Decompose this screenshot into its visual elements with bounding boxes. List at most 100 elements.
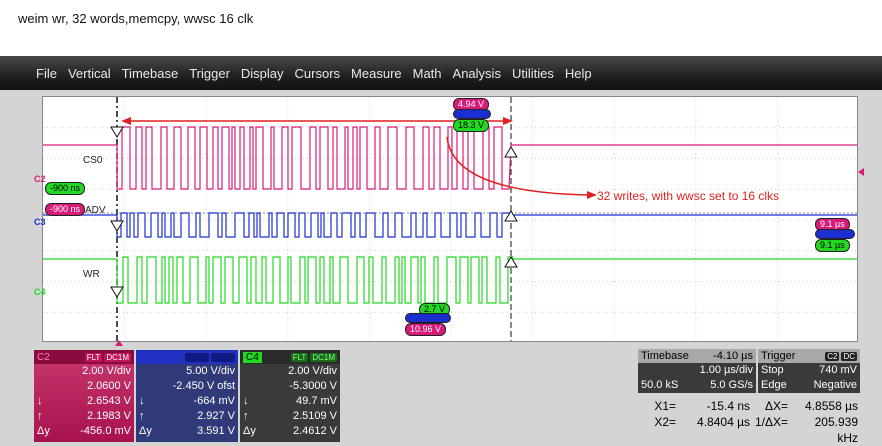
menu-item-display[interactable]: Display [241,66,284,81]
panel_c4-row: ↑ 2.5109 V [240,409,340,424]
cursor-dx-label: ΔX= [764,399,788,413]
menu-item-help[interactable]: Help [565,66,592,81]
menu-item-measure[interactable]: Measure [351,66,402,81]
cursor-inv-value: 205.939 kHz [814,415,858,445]
panel_c4-row-value: 49.7 mV [296,395,337,407]
menu-item-trigger[interactable]: Trigger [189,66,230,81]
panel_c2-row-label: ↓ [37,395,43,407]
panel_c3-row: 5.00 V/div [136,364,238,379]
trace-label-wr: WR [83,269,100,280]
panel_c3-row-label: Δy [139,425,152,437]
oscilloscope-screenshot: weim wr, 32 words,memcpy, wwsc 16 clk Fi… [0,0,882,446]
panel_c4-row-value: 2.4612 V [292,425,337,437]
panel-c3-badge-2 [211,352,235,362]
cursor-dx-value: 4.8558 µs [805,399,858,413]
channel-label-c3: C3 [34,217,46,227]
menu-item-file[interactable]: File [36,66,57,81]
cursor-x2-label: X2= [654,415,676,429]
channel-panel-c3[interactable]: 5.00 V/div -2.450 V ofst ↓ -664 mV ↑ 2.927 V Δ… [136,350,238,442]
panel_c2-row-value: -456.0 mV [80,425,131,437]
cursor-tag-right-3: 9.1 µs [815,239,850,252]
menu-item-timebase[interactable]: Timebase [122,66,179,81]
panel-c4-title: C4 [243,351,262,363]
waveform-grid[interactable]: CS0 ADV WR 4.94 V 18.3 V -900 ns -900 ns… [42,96,858,342]
trigger-mode: Stop [761,364,784,376]
timebase-div: 1.00 µs/div [699,364,753,376]
panel-c3-badge-1 [185,352,209,362]
cursor-tag-mid-2 [405,313,451,323]
panel_c4-row-label: ↑ [243,410,249,422]
menu-item-cursors[interactable]: Cursors [295,66,341,81]
panel_c3-row: ↑ 2.927 V [136,409,238,424]
trigger-level: 740 mV [819,364,857,376]
panel_c2-row: ↑ 2.1983 V [34,409,134,424]
cursor-tag-left-2: -900 ns [45,203,86,216]
cursor-tag-mid-3: 10.96 V [405,323,447,336]
menu-bar: File Vertical Timebase Trigger Display Cursor… [0,56,882,90]
panel_c2-row-value: 2.00 V/div [82,365,131,377]
cursor-x2-value: 4.8404 µs [697,415,750,429]
panel_c2-row: 2.00 V/div [34,364,134,379]
timebase-label: Timebase [641,350,689,362]
panel_c4-row: 2.00 V/div [240,364,340,379]
trace-label-cs0: CS0 [83,155,103,166]
menu-item-vertical[interactable]: Vertical [68,66,111,81]
measure-arrow-left [121,117,131,125]
panel_c3-row-value: -664 mV [193,395,235,407]
panel_c4-row-label: Δy [243,425,256,437]
cursor-tag-c3-top [453,109,491,119]
panel_c4-row-label: ↓ [243,395,249,407]
panel_c4-row-value: -5.3000 V [289,380,337,392]
panel_c2-row-value: 2.6543 V [86,395,131,407]
trigger-dc-badge: DC [841,352,857,361]
channel-panel-c3-header [136,350,238,364]
channel-panel-c4-header: C4 FLT DC1M [240,350,340,364]
cursor-x1-value: -15.4 ns [706,399,750,413]
timebase-panel[interactable]: Timebase -4.10 µs 1.00 µs/div 50.0 kS 5.0 … [638,349,756,393]
cursor-readout: X1= -15.4 ns ΔX= 4.8558 µs X2= 4.8404 µs… [640,398,860,445]
panel_c3-row-value: -2.450 V ofst [172,380,235,392]
menu-item-math[interactable]: Math [413,66,442,81]
panel_c2-row-label: Δy [37,425,50,437]
panel_c3-row-value: 2.927 V [197,410,235,422]
cursor-tag-right-2 [815,229,855,239]
waveform-canvas [43,97,857,341]
waveform-c4 [43,256,857,304]
channel-panel-c4[interactable]: C4 FLT DC1M 2.00 V/div -5.3000 V ↓ 49.7 mV ↑… [240,350,340,442]
panel_c4-row-value: 2.5109 V [292,410,337,422]
waveform-c3 [43,212,857,238]
timebase-value: -4.10 µs [713,350,753,362]
cursor-x1-label: X1= [654,399,676,413]
panel_c2-row: 2.0600 V [34,379,134,394]
timebase-rate: 5.0 GS/s [710,379,753,391]
trace-label-adv: ADV [85,205,106,216]
panel_c3-row: ↓ -664 mV [136,394,238,409]
panel_c3-row-label: ↑ [139,410,145,422]
cursor-inv-label: 1/ΔX= [754,415,788,429]
trigger-type: Edge [761,379,787,391]
panel-c2-title: C2 [37,351,50,363]
cursor-arrow-down-3 [110,286,124,298]
menu-item-utilities[interactable]: Utilities [512,66,554,81]
panel_c3-row: Δy 3.591 V [136,424,238,439]
panel-c4-dc-badge: DC1M [310,352,337,362]
timebase-samples: 50.0 kS [641,379,679,391]
channel-panel-c2[interactable]: C2 FLT DC1M 2.00 V/div 2.0600 V ↓ 2.6543 V ↑… [34,350,134,442]
panel-c2-dc-badge: DC1M [104,352,131,362]
annotation-pointer-head [587,191,597,199]
cursor-arrow-up-1 [504,146,518,158]
panel_c2-row-value: 2.1983 V [86,410,131,422]
panel_c4-row-value: 2.00 V/div [288,365,337,377]
trigger-level-marker[interactable] [858,168,864,176]
panel_c2-row-label: ↑ [37,410,43,422]
panel_c3-row-value: 3.591 V [197,425,235,437]
panel_c4-row: -5.3000 V [240,379,340,394]
panel_c4-row: ↓ 49.7 mV [240,394,340,409]
channel-label-c4: C4 [34,287,46,297]
panel_c2-row: Δy -456.0 mV [34,424,134,439]
trigger-panel[interactable]: Trigger C2 DC Stop 740 mV Edge Negative [758,349,860,393]
menu-item-analysis[interactable]: Analysis [453,66,501,81]
annotation-text: 32 writes, with wwsc set to 16 clks [597,189,780,203]
cursor-tag-left-1: -900 ns [45,182,86,195]
panel_c3-row-value: 5.00 V/div [186,365,235,377]
